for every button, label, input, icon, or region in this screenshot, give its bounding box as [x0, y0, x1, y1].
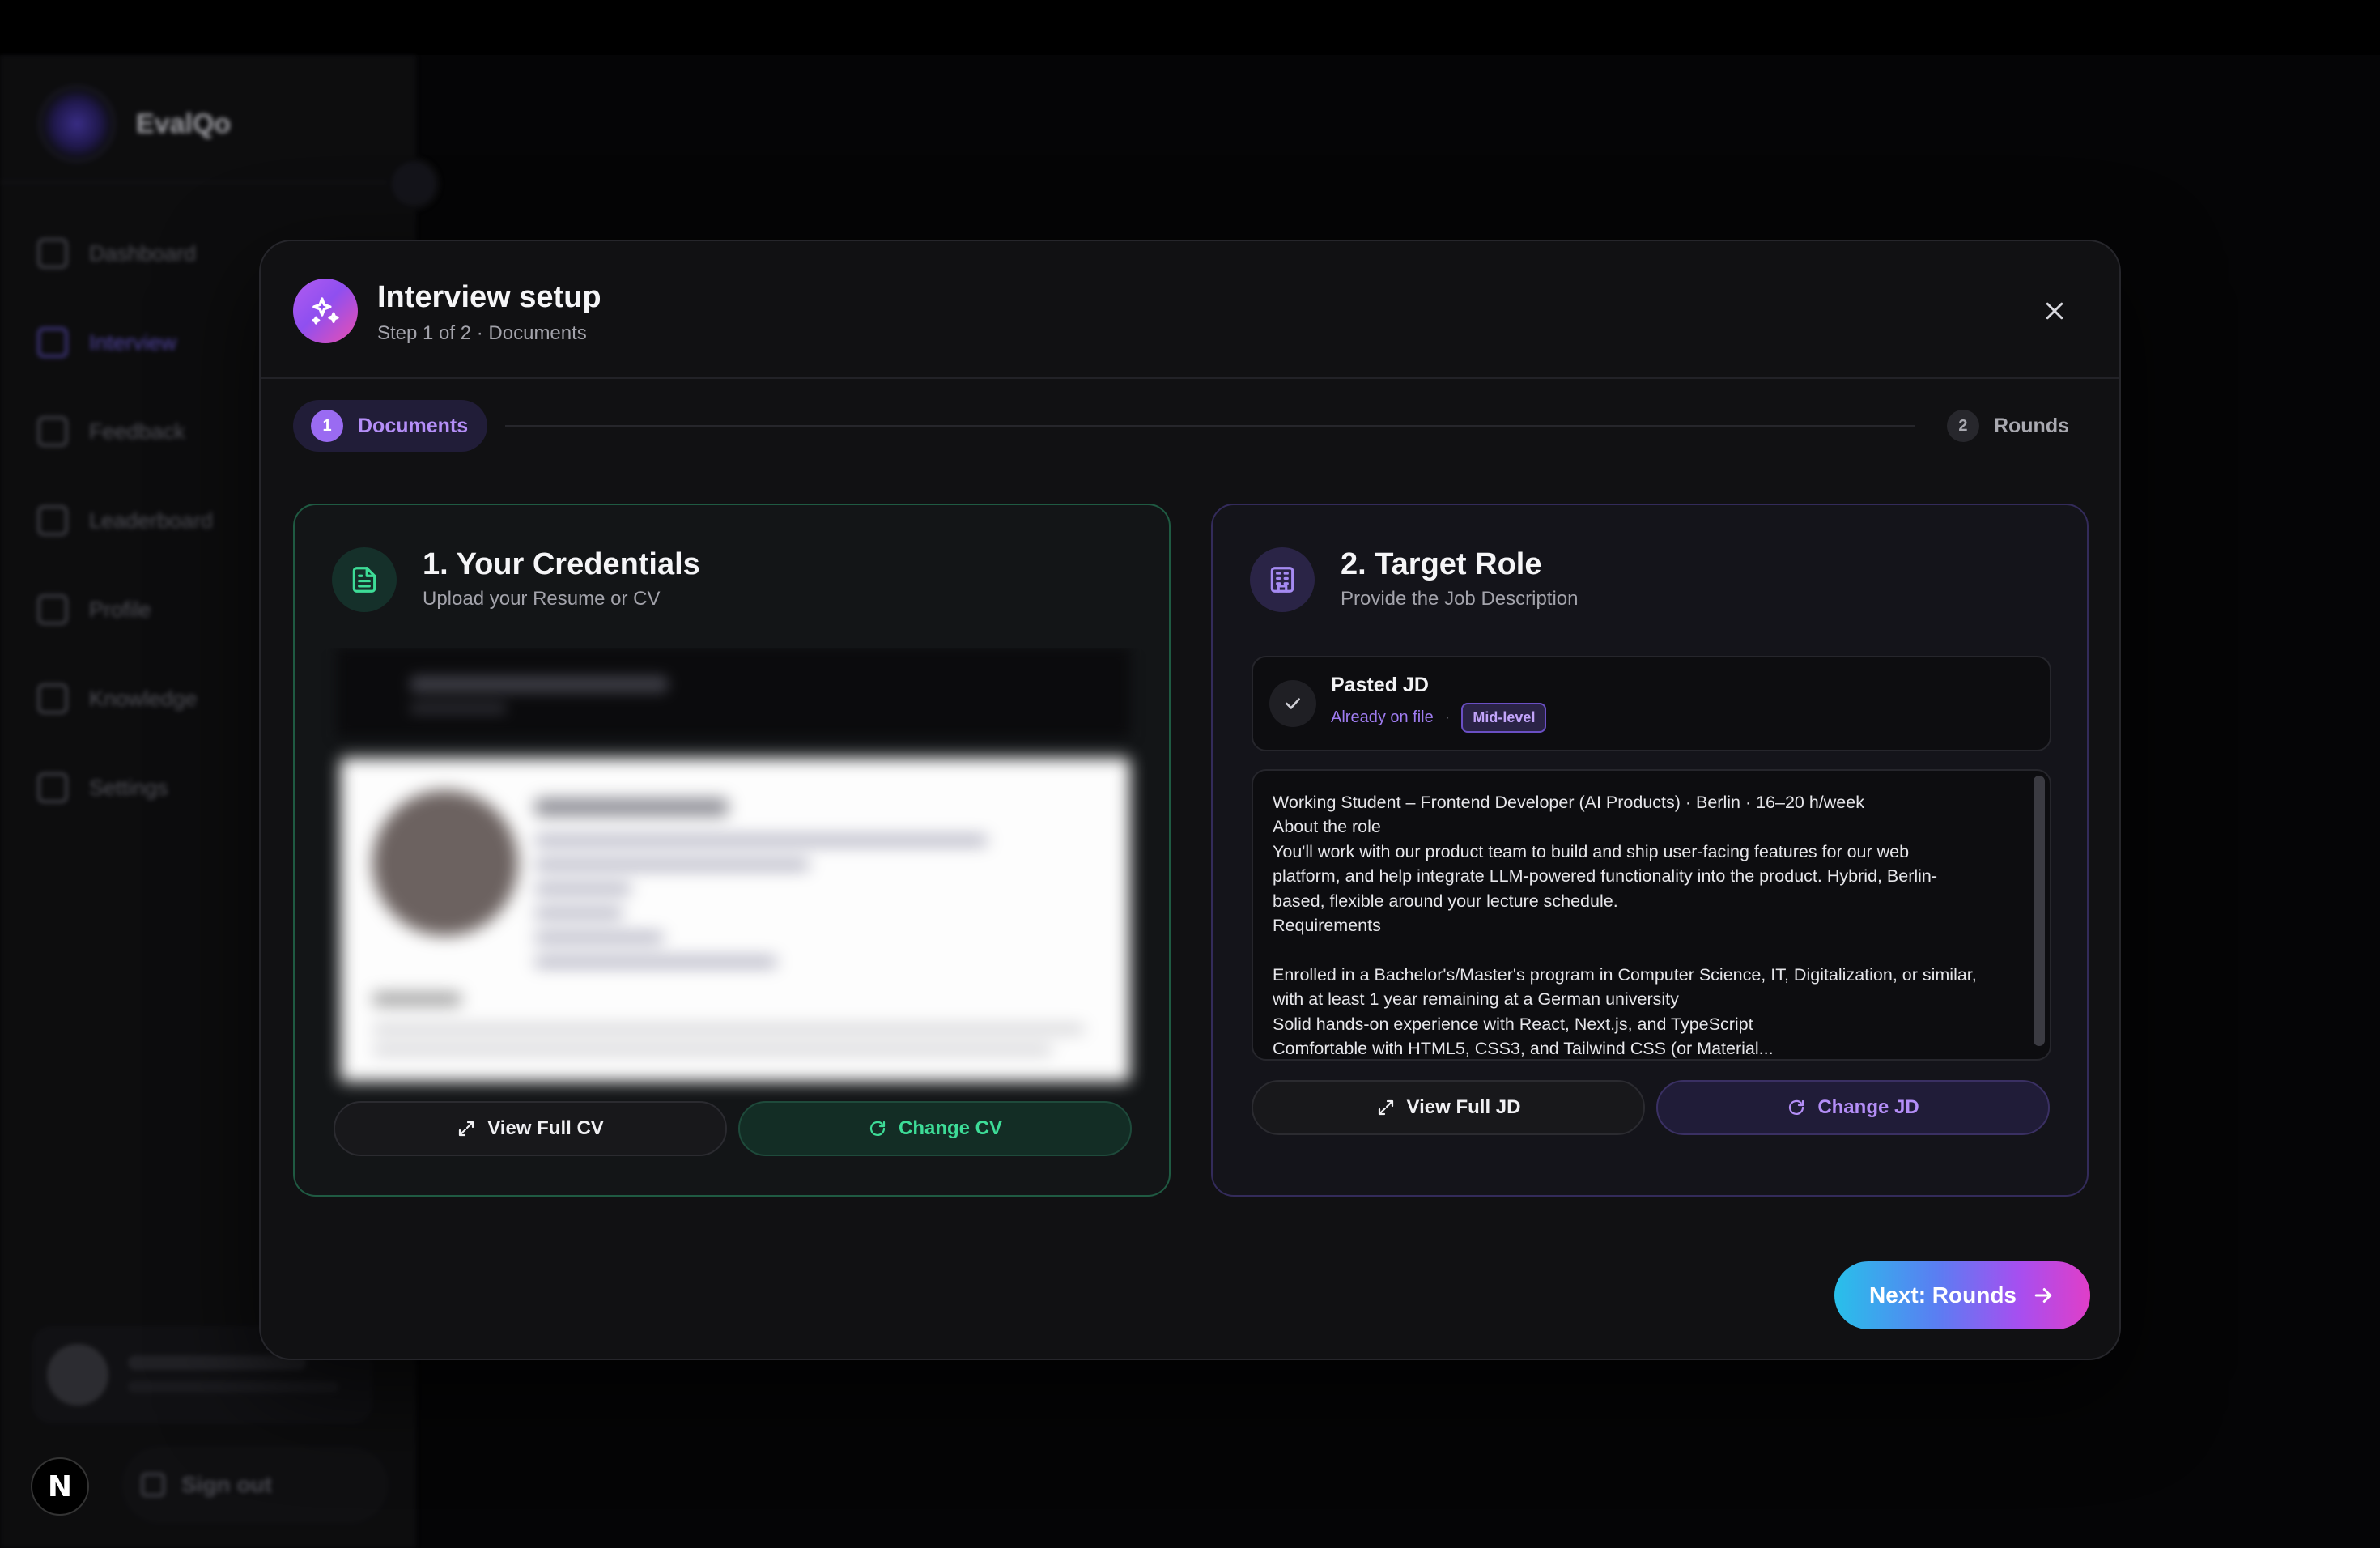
- sign-out-label: Sign out: [181, 1472, 272, 1497]
- sidebar-item-label: Profile: [89, 597, 151, 622]
- sidebar-item-interview[interactable]: Interview: [37, 298, 213, 387]
- check-icon: [1269, 680, 1316, 727]
- jd-line: You'll work with our product team to bui…: [1273, 841, 1910, 861]
- sidebar-item-label: Knowledge: [89, 686, 198, 711]
- expand-icon: [459, 1121, 474, 1137]
- jd-file-item: Pasted JD Already on file · Mid-level: [1252, 656, 2051, 751]
- jd-line: Comfortable with HTML5, CSS3, and Tailwi…: [1273, 1039, 1774, 1059]
- step-number: 1: [311, 410, 343, 442]
- modal-title: Interview setup: [377, 280, 601, 314]
- jd-file-meta: Already on file · Mid-level: [1331, 703, 1547, 733]
- framework-badge[interactable]: N: [31, 1457, 89, 1516]
- step-label: Documents: [358, 414, 469, 437]
- cv-document-thumbnail: [340, 758, 1130, 1082]
- brand-logo-icon: [42, 89, 112, 159]
- view-full-jd-button[interactable]: View Full JD: [1252, 1080, 1645, 1135]
- close-icon: [2046, 302, 2063, 320]
- modal-header: Interview setup Step 1 of 2 · Documents: [261, 241, 2119, 379]
- book-icon: [37, 683, 68, 714]
- cv-preview[interactable]: [319, 648, 1148, 1101]
- change-jd-button[interactable]: Change JD: [1656, 1080, 2050, 1135]
- modal-subtitle: Step 1 of 2 · Documents: [377, 322, 587, 344]
- refresh-icon: [869, 1121, 886, 1136]
- jd-file-title: Pasted JD: [1331, 674, 1429, 696]
- sidebar-item-label: Settings: [89, 775, 168, 800]
- target-role-subtitle: Provide the Job Description: [1341, 588, 1579, 610]
- credentials-title: 1. Your Credentials: [423, 547, 700, 581]
- cv-file-info: [337, 648, 1130, 737]
- sparkles-icon: [293, 279, 358, 343]
- document-icon: [332, 547, 397, 612]
- sign-out-button[interactable]: Sign out: [121, 1446, 389, 1524]
- target-role-card: 2. Target Role Provide the Job Descripti…: [1211, 504, 2089, 1197]
- jd-line: with at least 1 year remaining at a Germ…: [1273, 989, 1679, 1010]
- sidebar-item-dashboard[interactable]: Dashboard: [37, 209, 213, 298]
- avatar: [47, 1344, 108, 1406]
- sign-out-icon: [141, 1473, 165, 1497]
- mic-icon: [37, 327, 68, 358]
- sidebar-item-label: Feedback: [89, 419, 185, 444]
- jd-scrollbar[interactable]: [2034, 776, 2045, 1046]
- close-button[interactable]: [2035, 291, 2074, 330]
- trophy-icon: [37, 505, 68, 536]
- level-badge: Mid-level: [1461, 703, 1547, 733]
- window-top-bar: [0, 0, 2380, 55]
- stepper-connector: [505, 425, 1915, 427]
- jd-text-content: Working Student – Frontend Developer (AI…: [1273, 790, 2017, 1059]
- interview-setup-modal: Interview setup Step 1 of 2 · Documents …: [259, 240, 2121, 1360]
- sidebar-item-settings[interactable]: Settings: [37, 743, 213, 832]
- sidebar-item-label: Leaderboard: [89, 508, 214, 533]
- jd-text-preview[interactable]: Working Student – Frontend Developer (AI…: [1252, 769, 2051, 1061]
- message-icon: [37, 416, 68, 447]
- jd-line: About the role: [1273, 817, 1381, 837]
- jd-file-status: Already on file: [1331, 708, 1434, 726]
- jd-line: Solid hands-on experience with React, Ne…: [1273, 1014, 1753, 1034]
- sidebar-item-feedback[interactable]: Feedback: [37, 387, 213, 476]
- brand[interactable]: EvalQo: [42, 89, 231, 159]
- meta-separator: ·: [1444, 708, 1451, 726]
- brand-name: EvalQo: [136, 108, 232, 139]
- sidebar-item-leaderboard[interactable]: Leaderboard: [37, 476, 213, 565]
- jd-line: platform, and help integrate LLM-powered…: [1273, 866, 1938, 887]
- next-rounds-button[interactable]: Next: Rounds: [1834, 1261, 2090, 1329]
- sidebar-item-knowledge[interactable]: Knowledge: [37, 654, 213, 743]
- grid-icon: [37, 238, 68, 269]
- refresh-icon: [1789, 1099, 1804, 1115]
- sidebar-divider: [0, 181, 416, 183]
- jd-line: [1273, 938, 2017, 962]
- user-email-placeholder: [128, 1381, 338, 1393]
- sidebar-item-label: Interview: [89, 330, 177, 355]
- target-role-title: 2. Target Role: [1341, 547, 1542, 581]
- jd-line: based, flexible around your lecture sche…: [1273, 891, 1618, 911]
- credentials-subtitle: Upload your Resume or CV: [423, 588, 661, 610]
- step-label: Rounds: [1993, 414, 2069, 437]
- step-documents[interactable]: 1 Documents: [293, 400, 488, 452]
- user-icon: [37, 594, 68, 625]
- step-number: 2: [1946, 410, 1979, 442]
- change-cv-button[interactable]: Change CV: [738, 1101, 1132, 1156]
- sidebar-item-label: Dashboard: [89, 240, 197, 266]
- expand-icon: [1378, 1099, 1393, 1116]
- jd-line: Requirements: [1273, 916, 1381, 936]
- arrow-right-icon: [2034, 1288, 2052, 1303]
- sidebar-item-profile[interactable]: Profile: [37, 565, 213, 654]
- step-rounds[interactable]: 2 Rounds: [1946, 400, 2069, 452]
- sidebar-nav: Dashboard Interview Feedback Leaderboard…: [37, 209, 213, 832]
- credentials-card: 1. Your Credentials Upload your Resume o…: [293, 504, 1171, 1197]
- sidebar-collapse-button[interactable]: [392, 162, 436, 206]
- building-icon: [1250, 547, 1315, 612]
- jd-line: Enrolled in a Bachelor's/Master's progra…: [1273, 964, 1977, 985]
- gear-icon: [37, 772, 68, 803]
- jd-line: Working Student – Frontend Developer (AI…: [1273, 793, 1864, 812]
- view-full-cv-button[interactable]: View Full CV: [334, 1101, 727, 1156]
